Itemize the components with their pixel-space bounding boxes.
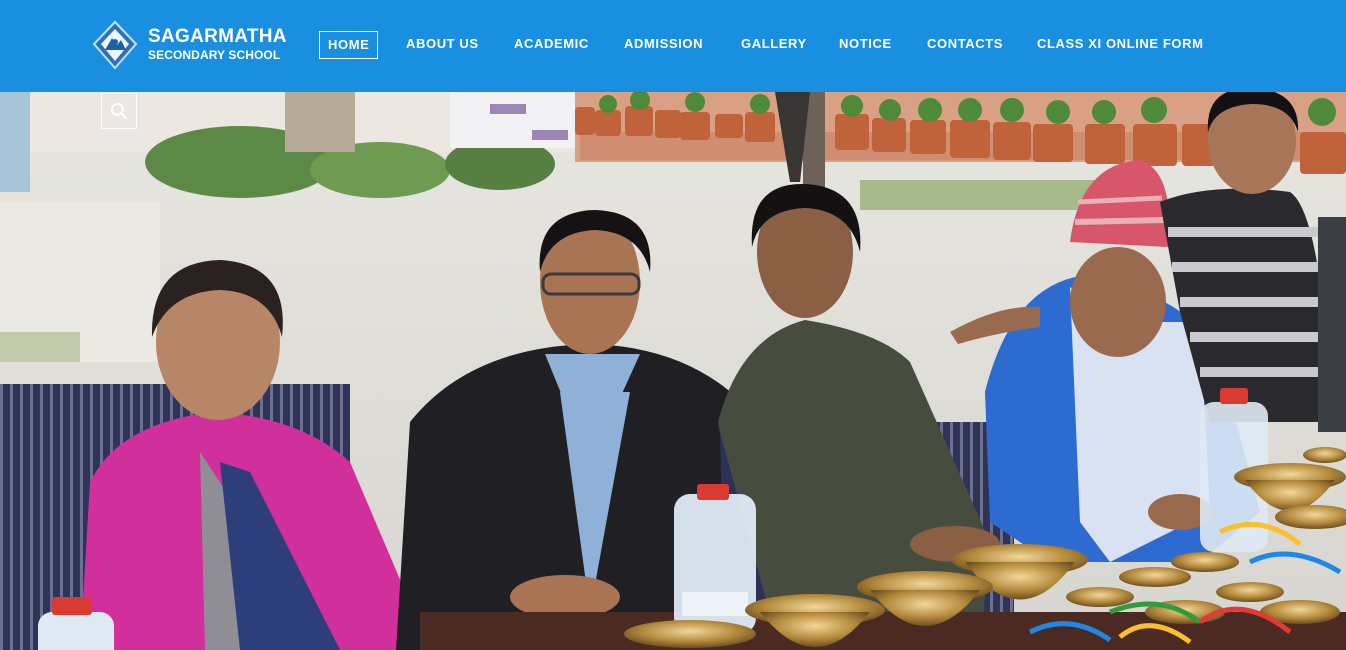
site-header: SAGARMATHA SECONDARY SCHOOL HOME ABOUT U…	[0, 0, 1346, 92]
nav-home[interactable]: HOME	[319, 31, 379, 59]
nav-academic[interactable]: ACADEMIC	[514, 31, 589, 57]
nav-contacts[interactable]: CONTACTS	[927, 31, 1003, 57]
hero-photo	[0, 92, 1346, 650]
nav-admission[interactable]: ADMISSION	[624, 31, 703, 57]
site-logo[interactable]: SAGARMATHA SECONDARY SCHOOL	[92, 20, 292, 70]
nav-gallery[interactable]: GALLERY	[741, 31, 807, 57]
brand-subtitle: SECONDARY SCHOOL	[148, 48, 281, 62]
hero-slider[interactable]	[0, 92, 1346, 650]
search-button[interactable]	[101, 93, 137, 129]
nav-class-xi-online-form[interactable]: CLASS XI ONLINE FORM	[1037, 31, 1204, 57]
nav-notice[interactable]: NOTICE	[839, 31, 892, 57]
search-icon	[111, 103, 128, 120]
brand-name: SAGARMATHA	[148, 26, 287, 47]
nav-about-us[interactable]: ABOUT US	[406, 31, 479, 57]
school-emblem-icon	[92, 20, 138, 70]
